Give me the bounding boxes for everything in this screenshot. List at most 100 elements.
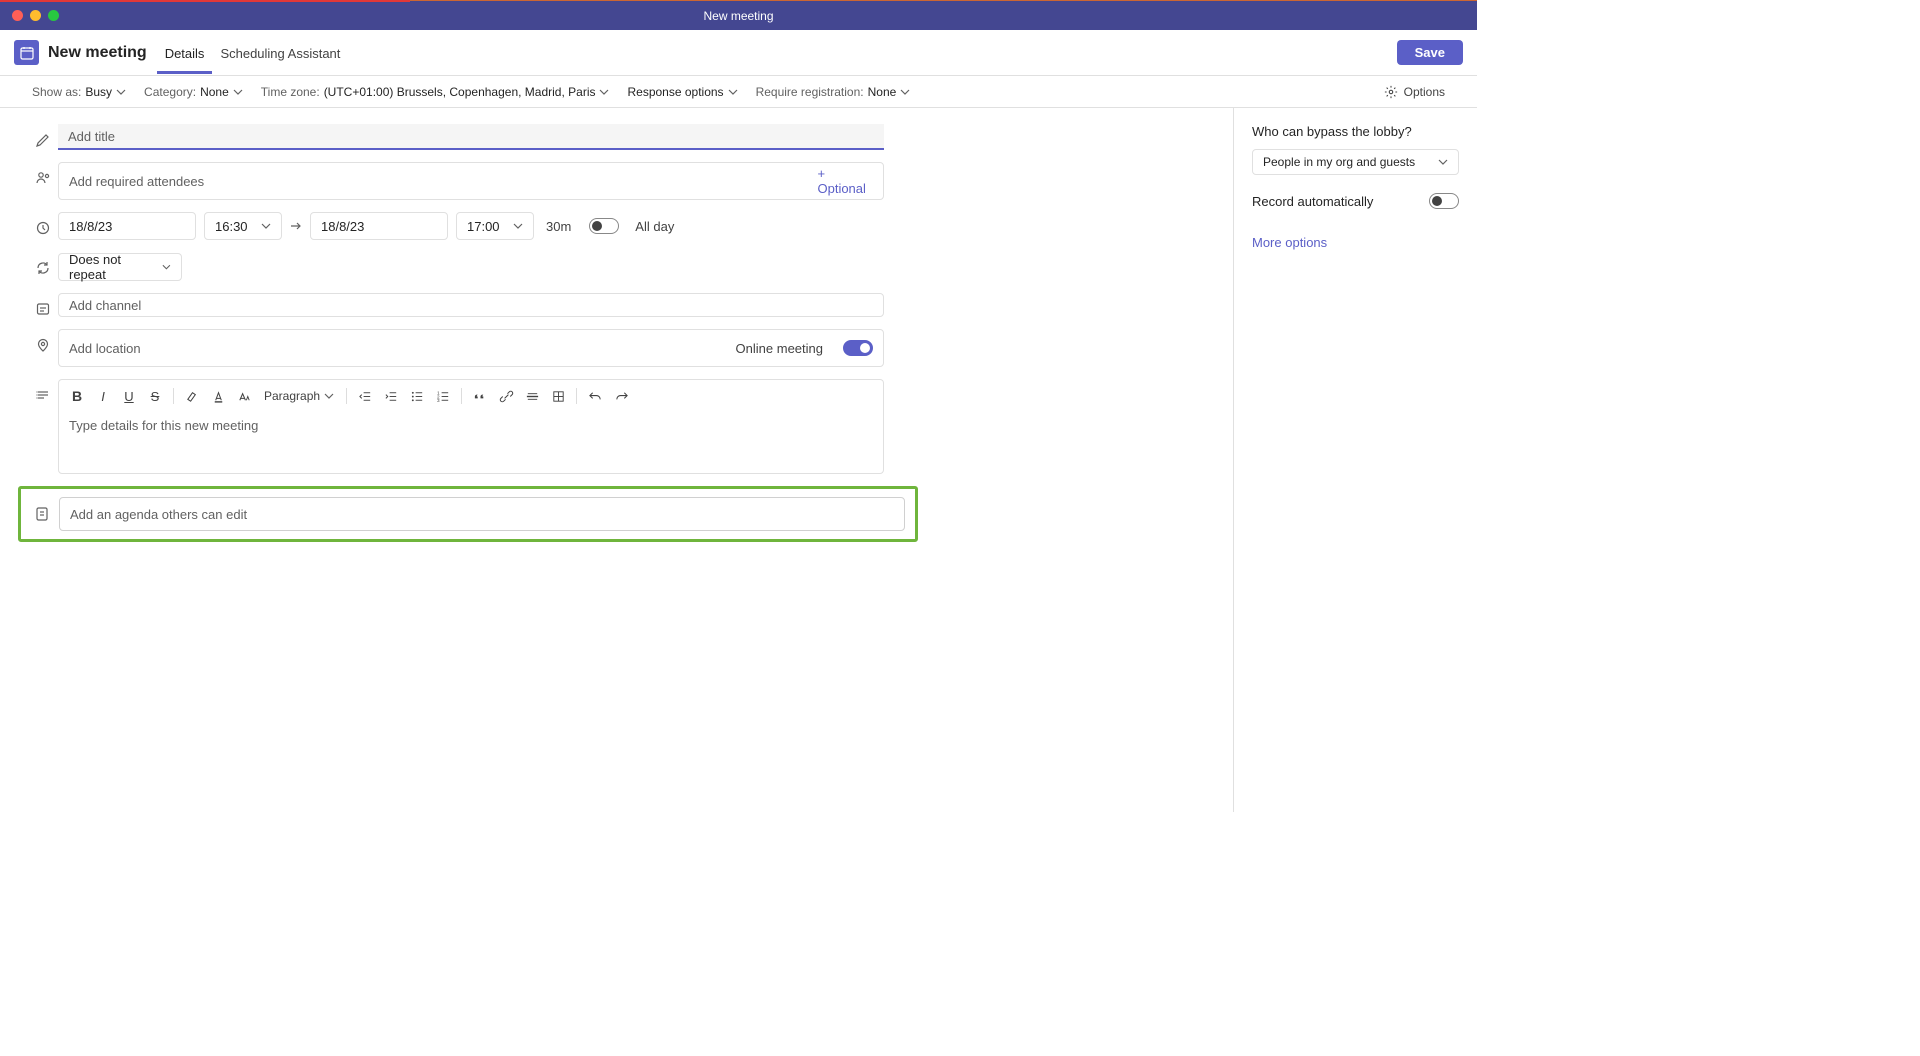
meeting-form: + Optional 18/8/23 16:30 18	[0, 108, 1233, 812]
page-header: New meeting Details Scheduling Assistant…	[0, 30, 1477, 76]
start-time-dropdown[interactable]: 16:30	[204, 212, 282, 240]
lobby-bypass-dropdown[interactable]: People in my org and guests	[1252, 149, 1459, 175]
attendees-input-container: + Optional	[58, 162, 884, 200]
chevron-down-icon	[728, 87, 738, 97]
chevron-down-icon	[162, 262, 171, 272]
location-input-container: Online meeting	[58, 329, 884, 367]
font-size-button[interactable]	[232, 384, 256, 408]
start-date-input[interactable]: 18/8/23	[58, 212, 196, 240]
options-label: Options	[1404, 85, 1445, 99]
show-as-dropdown[interactable]: Show as: Busy	[32, 85, 126, 99]
bullet-list-button[interactable]	[405, 384, 429, 408]
undo-button[interactable]	[583, 384, 607, 408]
timezone-label: Time zone:	[261, 85, 320, 99]
timezone-value: (UTC+01:00) Brussels, Copenhagen, Madrid…	[324, 85, 596, 99]
show-as-label: Show as:	[32, 85, 81, 99]
table-button[interactable]	[546, 384, 570, 408]
page-title: New meeting	[48, 44, 147, 62]
save-button[interactable]: Save	[1397, 40, 1463, 65]
chevron-down-icon	[324, 391, 334, 401]
record-automatically-label: Record automatically	[1252, 194, 1373, 209]
font-color-button[interactable]	[206, 384, 230, 408]
calendar-icon[interactable]	[14, 40, 39, 65]
bold-button[interactable]: B	[65, 384, 89, 408]
tab-details[interactable]: Details	[157, 32, 213, 74]
description-editor: B I U S Paragraph	[58, 379, 884, 474]
tab-scheduling-assistant[interactable]: Scheduling Assistant	[212, 32, 348, 74]
fullscreen-window-icon[interactable]	[48, 10, 59, 21]
redo-button[interactable]	[609, 384, 633, 408]
highlight-button[interactable]	[180, 384, 204, 408]
registration-label: Require registration:	[756, 85, 864, 99]
end-date-input[interactable]: 18/8/23	[310, 212, 448, 240]
show-as-value: Busy	[85, 85, 112, 99]
required-attendees-input[interactable]	[69, 174, 817, 189]
numbered-list-button[interactable]: 123	[431, 384, 455, 408]
title-input[interactable]	[68, 129, 874, 144]
channel-icon	[28, 293, 58, 317]
response-options-dropdown[interactable]: Response options	[627, 85, 737, 99]
minimize-window-icon[interactable]	[30, 10, 41, 21]
options-button[interactable]: Options	[1384, 85, 1445, 99]
pencil-icon	[28, 124, 58, 148]
agenda-icon	[25, 506, 59, 522]
description-textarea[interactable]: Type details for this new meeting	[59, 412, 883, 463]
chevron-down-icon	[116, 87, 126, 97]
close-window-icon[interactable]	[12, 10, 23, 21]
meeting-options-bar: Show as: Busy Category: None Time zone: …	[0, 76, 1477, 108]
quote-button[interactable]	[468, 384, 492, 408]
paragraph-style-dropdown[interactable]: Paragraph	[258, 387, 340, 405]
all-day-label: All day	[635, 219, 674, 234]
chevron-down-icon	[1438, 157, 1448, 167]
registration-value: None	[868, 85, 897, 99]
repeat-icon	[28, 252, 58, 276]
format-icon	[28, 379, 58, 403]
category-dropdown[interactable]: Category: None	[144, 85, 243, 99]
all-day-toggle[interactable]	[589, 218, 619, 234]
chevron-down-icon	[513, 221, 523, 231]
window-title-bar: New meeting	[0, 0, 1477, 30]
italic-button[interactable]: I	[91, 384, 115, 408]
editor-toolbar: B I U S Paragraph	[59, 380, 883, 412]
duration-label: 30m	[546, 219, 571, 234]
more-options-link[interactable]: More options	[1252, 235, 1327, 250]
require-registration-dropdown[interactable]: Require registration: None	[756, 85, 911, 99]
chevron-down-icon	[261, 221, 271, 231]
timezone-dropdown[interactable]: Time zone: (UTC+01:00) Brussels, Copenha…	[261, 85, 610, 99]
channel-input[interactable]	[69, 298, 873, 313]
online-meeting-toggle[interactable]	[843, 340, 873, 356]
location-icon	[28, 329, 58, 353]
agenda-row-highlight	[18, 486, 918, 542]
gear-icon	[1384, 85, 1398, 99]
lobby-question-label: Who can bypass the lobby?	[1252, 124, 1459, 139]
agenda-input[interactable]	[70, 507, 894, 522]
add-optional-attendees-link[interactable]: + Optional	[817, 166, 873, 196]
clock-icon	[28, 212, 58, 236]
category-label: Category:	[144, 85, 196, 99]
chevron-down-icon	[900, 87, 910, 97]
arrow-right-icon	[290, 219, 302, 234]
underline-button[interactable]: U	[117, 384, 141, 408]
decrease-indent-button[interactable]	[353, 384, 377, 408]
end-time-dropdown[interactable]: 17:00	[456, 212, 534, 240]
meeting-options-panel: Who can bypass the lobby? People in my o…	[1233, 108, 1477, 812]
chevron-down-icon	[233, 87, 243, 97]
window-title: New meeting	[703, 9, 773, 23]
svg-text:3: 3	[436, 398, 439, 403]
channel-input-container	[58, 293, 884, 317]
main-content: + Optional 18/8/23 16:30 18	[0, 108, 1477, 812]
horizontal-rule-button[interactable]	[520, 384, 544, 408]
link-button[interactable]	[494, 384, 518, 408]
response-options-label: Response options	[627, 85, 723, 99]
increase-indent-button[interactable]	[379, 384, 403, 408]
mac-traffic-lights	[12, 10, 59, 21]
recurrence-dropdown[interactable]: Does not repeat	[58, 253, 182, 281]
category-value: None	[200, 85, 229, 99]
location-input[interactable]	[69, 341, 736, 356]
online-meeting-label: Online meeting	[736, 341, 823, 356]
strikethrough-button[interactable]: S	[143, 384, 167, 408]
chevron-down-icon	[599, 87, 609, 97]
record-automatically-toggle[interactable]	[1429, 193, 1459, 209]
title-input-container	[58, 124, 884, 150]
people-icon	[28, 162, 58, 186]
